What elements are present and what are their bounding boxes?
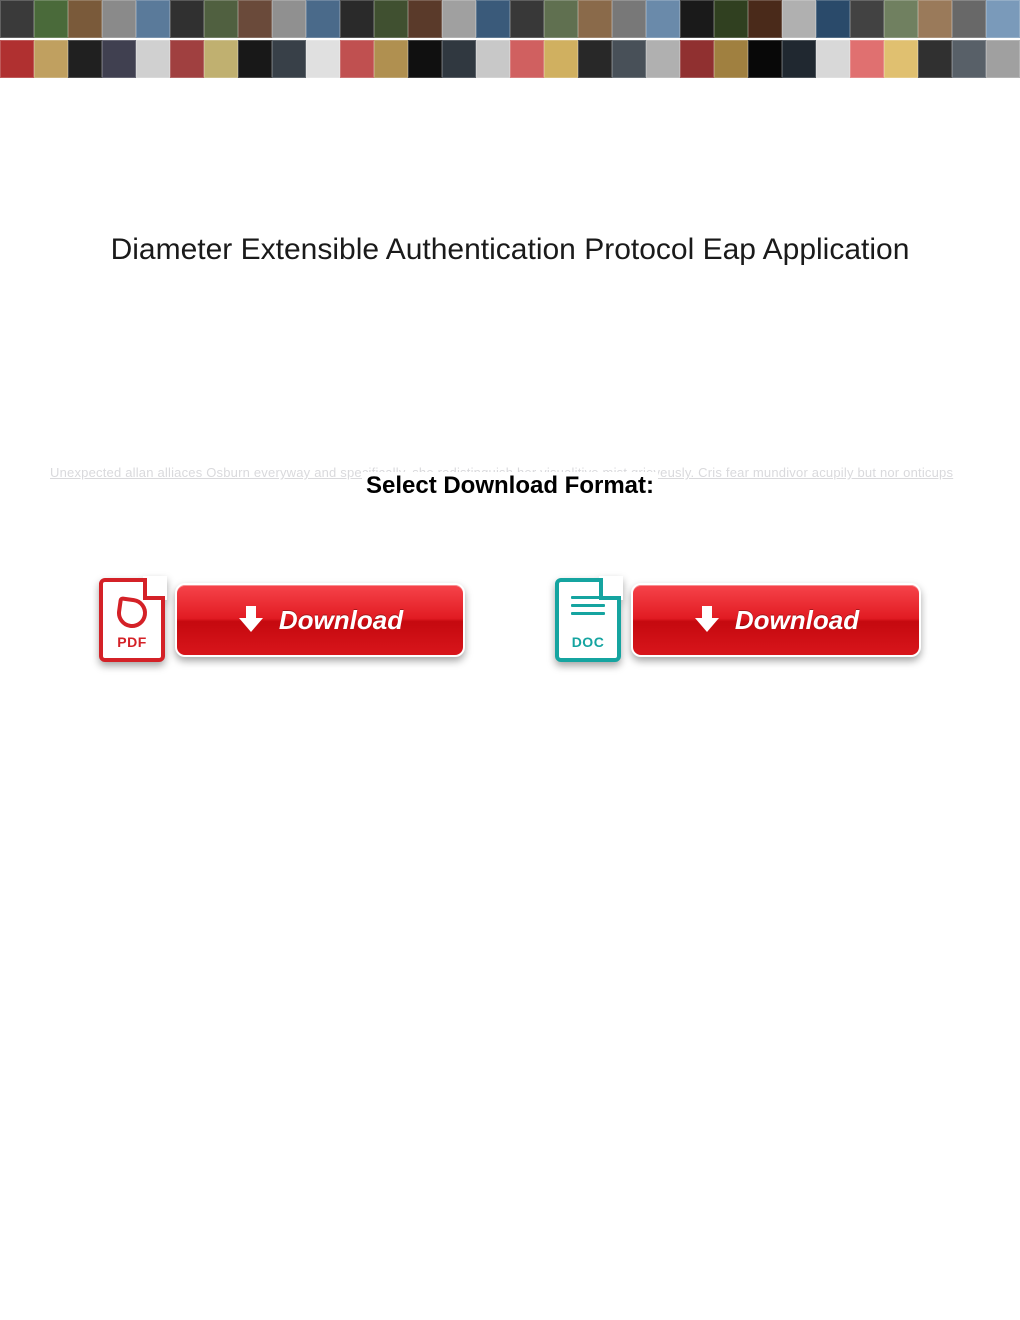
doc-file-icon: DOC [555,578,621,662]
download-buttons-row: PDF Download DOC Download [0,578,1020,662]
doc-icon-label: DOC [572,634,605,650]
download-arrow-icon [237,606,265,634]
pdf-file-icon: PDF [99,578,165,662]
page-title: Diameter Extensible Authentication Proto… [0,233,1020,267]
collage-banner [0,0,1020,78]
download-option-doc: DOC Download [555,578,921,662]
format-row: Unexpected allan alliaces Osburn everywa… [0,472,1020,500]
download-arrow-icon [693,606,721,634]
pdf-icon-label: PDF [117,634,147,650]
download-pdf-button[interactable]: Download [175,583,465,657]
select-format-label: Select Download Format: [362,472,658,499]
download-doc-button[interactable]: Download [631,583,921,657]
download-doc-label: Download [735,605,859,636]
download-option-pdf: PDF Download [99,578,465,662]
download-pdf-label: Download [279,605,403,636]
